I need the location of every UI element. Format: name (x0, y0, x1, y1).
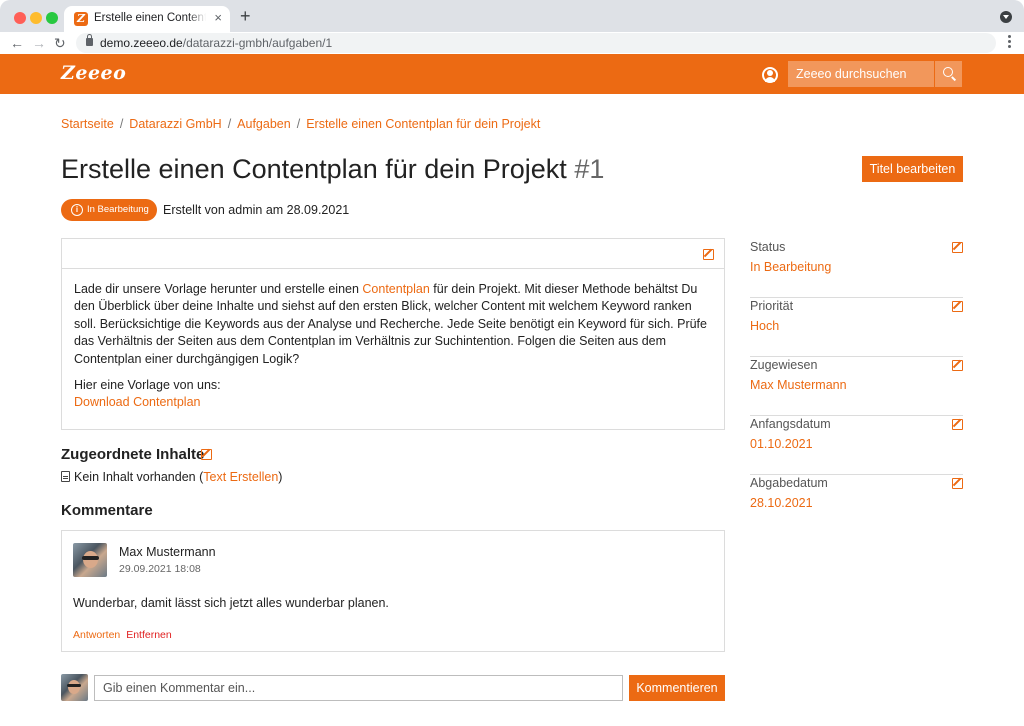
sidebar-label: Zugewiesen (750, 358, 818, 372)
no-content-close: ) (278, 470, 283, 484)
search-button[interactable] (934, 61, 962, 87)
remove-comment-link[interactable]: Entfernen (126, 629, 172, 641)
info-icon: i (71, 204, 83, 216)
edit-assignee-icon[interactable] (952, 360, 963, 371)
lock-icon (86, 34, 93, 46)
breadcrumb-current-task[interactable]: Erstelle einen Contentplan für dein Proj… (306, 117, 540, 131)
created-info: Erstellt von admin am 28.09.2021 (163, 203, 350, 217)
site-search-input[interactable] (788, 61, 934, 87)
task-number: #1 (574, 154, 605, 184)
avatar (73, 543, 107, 577)
breadcrumb-separator: / (227, 117, 232, 131)
description-card-header (62, 239, 724, 269)
edit-status-icon[interactable] (952, 242, 963, 253)
maximize-window-button[interactable] (46, 12, 58, 24)
description-body: Lade dir unsere Vorlage herunter und ers… (74, 281, 714, 421)
back-arrow-icon[interactable]: ← (10, 34, 24, 52)
comments-heading: Kommentare (61, 502, 153, 519)
breadcrumb-tasks[interactable]: Aufgaben (237, 117, 291, 131)
url-path: /datarazzi-gmbh/aufgaben/1 (182, 36, 333, 50)
sidebar-item-due-date: Abgabedatum 28.10.2021 (750, 475, 963, 534)
edit-priority-icon[interactable] (952, 301, 963, 312)
edit-title-button[interactable]: Titel bearbeiten (862, 156, 963, 182)
sidebar-value: 28.10.2021 (750, 496, 813, 510)
zeeeo-favicon-icon: Z (74, 12, 88, 26)
task-details-sidebar: Status In Bearbeitung Priorität Hoch Zug… (750, 239, 963, 534)
close-window-button[interactable] (14, 12, 26, 24)
browser-profile-icon[interactable] (1000, 11, 1012, 23)
document-icon (61, 471, 70, 482)
sidebar-item-assignee: Zugewiesen Max Mustermann (750, 357, 963, 416)
comment-item: Max Mustermann 29.09.2021 18:08 Wunderba… (61, 530, 725, 652)
breadcrumb-separator: / (119, 117, 124, 131)
tab-close-icon[interactable]: × (214, 11, 222, 25)
sidebar-label: Anfangsdatum (750, 417, 831, 431)
browser-tab-active[interactable]: Z Erstelle einen Contentplan für dein Pr… (64, 6, 230, 32)
tab-title: Erstelle einen Contentplan für dein Proj… (94, 12, 206, 24)
current-user-avatar (61, 674, 88, 701)
description-text: Lade dir unsere Vorlage herunter und ers… (74, 281, 714, 368)
submit-comment-button[interactable]: Kommentieren (629, 675, 725, 701)
no-content-info: Kein Inhalt vorhanden (Text Erstellen) (61, 470, 282, 484)
edit-description-icon[interactable] (703, 249, 714, 260)
forward-arrow-icon[interactable]: → (32, 34, 46, 52)
template-intro: Hier eine Vorlage von uns: (74, 378, 221, 393)
page-title: Erstelle einen Contentplan für dein Proj… (61, 154, 604, 185)
sidebar-item-priority: Priorität Hoch (750, 298, 963, 357)
comment-actions: Antworten Entfernen (73, 629, 175, 641)
comment-date: 29.09.2021 18:08 (119, 563, 201, 575)
sidebar-item-status: Status In Bearbeitung (750, 239, 963, 298)
comment-text: Wunderbar, damit lässt sich jetzt alles … (73, 596, 389, 610)
contentplan-link[interactable]: Contentplan (362, 282, 429, 296)
status-badge: i In Bearbeitung (61, 199, 157, 221)
assigned-content-heading: Zugeordnete Inhalte (61, 446, 205, 463)
description-card: Lade dir unsere Vorlage herunter und ers… (61, 238, 725, 430)
breadcrumb-home[interactable]: Startseite (61, 117, 114, 131)
sidebar-label: Abgabedatum (750, 476, 828, 490)
reply-link[interactable]: Antworten (73, 629, 120, 641)
breadcrumb-company[interactable]: Datarazzi GmbH (129, 117, 221, 131)
sidebar-label: Status (750, 240, 786, 254)
download-contentplan-link[interactable]: Download Contentplan (74, 395, 200, 409)
comment-author: Max Mustermann (119, 545, 216, 559)
task-title: Erstelle einen Contentplan für dein Proj… (61, 154, 567, 184)
breadcrumb: Startseite / Datarazzi GmbH / Aufgaben / Erste… (61, 117, 540, 131)
sidebar-value: 01.10.2021 (750, 437, 813, 451)
sidebar-value: Hoch (750, 319, 780, 333)
create-text-link[interactable]: Text Erstellen (203, 470, 278, 484)
comment-input[interactable] (94, 675, 623, 701)
address-bar[interactable]: demo.zeeeo.de/datarazzi-gmbh/aufgaben/1 (76, 33, 996, 53)
breadcrumb-separator: / (296, 117, 301, 131)
browser-window: Z Erstelle einen Contentplan für dein Pr… (0, 0, 1024, 726)
description-text-start: Lade dir unsere Vorlage herunter und ers… (74, 282, 363, 296)
address-url: demo.zeeeo.de/datarazzi-gmbh/aufgaben/1 (100, 36, 332, 50)
template-paragraph: Hier eine Vorlage von uns: Download Conte… (74, 377, 714, 412)
user-account-icon[interactable] (762, 67, 778, 83)
sidebar-label: Priorität (750, 299, 794, 313)
sidebar-item-start-date: Anfangsdatum 01.10.2021 (750, 416, 963, 475)
browser-menu-icon[interactable] (1008, 35, 1012, 51)
url-host: demo.zeeeo.de (100, 36, 183, 50)
new-tab-icon[interactable]: + (240, 7, 251, 25)
edit-start-date-icon[interactable] (952, 419, 963, 430)
edit-due-date-icon[interactable] (952, 478, 963, 489)
sidebar-value: In Bearbeitung (750, 260, 832, 274)
sidebar-value: Max Mustermann (750, 378, 847, 392)
minimize-window-button[interactable] (30, 12, 42, 24)
site-header: Zeeeo (0, 54, 1024, 94)
tab-bar: Z Erstelle einen Contentplan für dein Pr… (0, 0, 1024, 32)
browser-toolbar: ← → ↻ demo.zeeeo.de/datarazzi-gmbh/aufga… (0, 32, 1024, 54)
edit-assigned-content-icon[interactable] (201, 449, 212, 460)
no-content-text: Kein Inhalt vorhanden ( (74, 470, 204, 484)
status-badge-label: In Bearbeitung (87, 204, 149, 215)
zeeeo-logo[interactable]: Zeeeo (61, 62, 126, 84)
reload-icon[interactable]: ↻ (54, 34, 66, 52)
search-icon (943, 67, 953, 77)
